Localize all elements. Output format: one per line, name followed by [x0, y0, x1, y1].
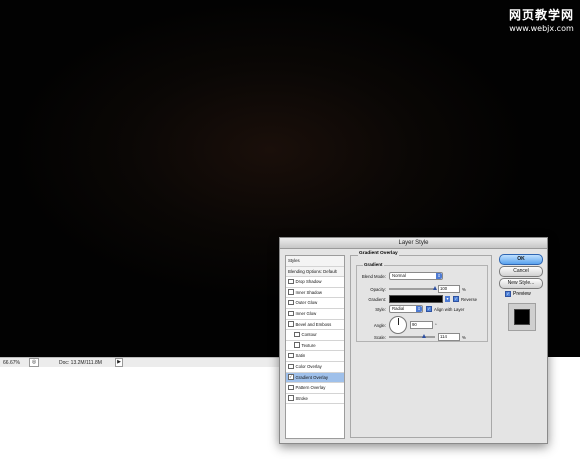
gradient-overlay-panel: Gradient Overlay Gradient Blend Mode: No… — [350, 251, 492, 438]
style-item[interactable]: Satin — [286, 351, 344, 362]
styles-list: Styles Blending Options: Default Drop Shad… — [285, 255, 345, 439]
style-item-label: Inner Shadow — [295, 289, 323, 295]
style-item[interactable]: Outer Glow — [286, 298, 344, 309]
chevron-down-icon: ⇕ — [436, 273, 442, 279]
style-checkbox[interactable] — [288, 363, 294, 370]
style-item[interactable]: Bevel and Emboss — [286, 320, 344, 331]
style-item-label: Outer Glow — [295, 300, 318, 306]
style-item-label: Bevel and Emboss — [295, 321, 332, 327]
opacity-slider-thumb[interactable] — [433, 286, 437, 290]
gradient-swatch[interactable] — [389, 295, 443, 303]
style-item[interactable]: ✓ Gradient Overlay — [286, 372, 344, 384]
style-item-label: Pattern Overlay — [295, 385, 326, 391]
status-arrow-icon[interactable]: ▶ — [115, 358, 123, 367]
style-item-label: Stroke — [295, 395, 308, 401]
style-item-label: Satin — [295, 353, 306, 359]
blend-mode-row: Blend Mode: Normal ⇕ — [357, 272, 443, 280]
style-item-label: Texture — [301, 342, 316, 348]
watermark: 网页教学网 www.webjx.com — [509, 6, 574, 33]
style-checkbox[interactable] — [288, 278, 294, 285]
zoom-level[interactable]: 66.67% — [0, 360, 29, 366]
scale-unit: % — [462, 334, 466, 340]
angle-unit: ° — [435, 322, 437, 328]
status-menu-icon[interactable]: ◎ — [29, 358, 39, 367]
preview-label: Preview — [513, 291, 531, 297]
style-item[interactable]: Drop Shadow — [286, 277, 344, 288]
group-title: Gradient — [363, 262, 384, 267]
gradient-dropdown-icon[interactable]: ▾ — [445, 296, 450, 302]
style-item[interactable]: Color Overlay — [286, 362, 344, 373]
align-with-layer-label: Align with Layer — [434, 306, 465, 312]
blend-mode-select[interactable]: Normal ⇕ — [389, 272, 443, 280]
style-item-label: Drop Shadow — [295, 279, 322, 285]
style-select[interactable]: Radial ⇕ — [389, 305, 423, 313]
style-item-label: Styles — [288, 258, 300, 263]
style-checkbox[interactable] — [288, 352, 294, 359]
style-label: Style: — [375, 306, 386, 312]
style-checkbox[interactable] — [288, 289, 294, 295]
watermark-title: 网页教学网 — [508, 8, 574, 22]
style-item[interactable]: Inner Shadow — [286, 288, 344, 299]
dialog-title[interactable]: Layer Style — [280, 238, 547, 249]
style-item-label: Inner Glow — [295, 310, 317, 316]
ok-button[interactable]: OK — [499, 254, 543, 265]
styles-list-header[interactable]: Styles — [286, 256, 344, 267]
style-item-label: Contour — [301, 332, 317, 338]
scale-slider-thumb[interactable] — [421, 334, 426, 338]
preview-checkbox[interactable]: ✓ — [505, 291, 511, 297]
style-checkbox[interactable] — [294, 342, 300, 348]
doc-size: Doc: 13.2M/111.8M — [59, 359, 102, 366]
angle-dial[interactable] — [389, 316, 407, 334]
scale-input[interactable]: 114 — [438, 333, 460, 341]
style-checkbox[interactable] — [294, 331, 300, 338]
style-item-label: Gradient Overlay — [295, 374, 328, 380]
angle-label: Angle: — [373, 322, 386, 328]
styles-list-header[interactable]: Blending Options: Default — [286, 266, 344, 278]
scale-label: Scale: — [374, 334, 386, 340]
opacity-unit: % — [462, 286, 466, 292]
angle-input[interactable]: 90 — [410, 321, 433, 329]
new-style-button[interactable]: New Style... — [499, 278, 543, 289]
scale-slider[interactable] — [389, 334, 435, 338]
style-item[interactable]: Inner Glow — [286, 309, 344, 320]
layer-style-dialog: Layer Style Styles Blending Options: Defa… — [279, 237, 548, 444]
align-with-layer-checkbox[interactable]: ✓ — [426, 306, 432, 312]
status-bar: 66.67% ◎ Doc: 13.2M/111.8M ▶ — [0, 357, 283, 367]
watermark-url: www.webjx.com — [509, 24, 574, 33]
style-item-label: Blending Options: Default — [288, 268, 337, 274]
preview-thumbnail — [508, 303, 536, 331]
style-checkbox[interactable] — [288, 384, 294, 391]
opacity-slider[interactable] — [389, 286, 437, 290]
preview-swatch — [514, 309, 530, 325]
style-checkbox[interactable] — [288, 321, 294, 327]
style-row: Style: Radial ⇕ ✓ Align with Layer — [357, 305, 464, 313]
reverse-checkbox[interactable]: ✓ — [453, 296, 459, 302]
blend-mode-value: Normal — [392, 273, 406, 278]
reverse-label: Reverse — [461, 296, 478, 302]
angle-row: Angle: 90 ° — [357, 316, 437, 334]
opacity-row: Opacity: 100 % — [357, 285, 466, 293]
style-item[interactable]: Contour — [286, 330, 344, 341]
cancel-button[interactable]: Cancel — [499, 266, 543, 277]
opacity-label: Opacity: — [370, 286, 386, 292]
style-value: Radial — [392, 306, 405, 311]
gradient-label: Gradient: — [368, 296, 386, 302]
preview-toggle[interactable]: ✓ Preview — [505, 291, 531, 297]
style-checkbox[interactable] — [288, 395, 294, 401]
style-item-label: Color Overlay — [295, 363, 322, 369]
style-item[interactable]: Stroke — [286, 394, 344, 405]
scale-row: Scale: 114 % — [357, 333, 466, 341]
gradient-row: Gradient: ▾ ✓ Reverse — [357, 295, 477, 303]
style-item[interactable]: Texture — [286, 341, 344, 352]
style-checkbox[interactable] — [288, 299, 294, 306]
style-checkbox[interactable]: ✓ — [288, 374, 294, 380]
style-checkbox[interactable] — [288, 310, 294, 317]
opacity-input[interactable]: 100 — [438, 285, 460, 293]
blend-mode-label: Blend Mode: — [361, 273, 386, 279]
panel-title: Gradient Overlay — [358, 251, 399, 256]
gradient-group: Gradient Blend Mode: Normal ⇕ Opacity: 1… — [356, 262, 488, 342]
style-item[interactable]: Pattern Overlay — [286, 383, 344, 394]
chevron-down-icon: ⇕ — [416, 306, 422, 312]
